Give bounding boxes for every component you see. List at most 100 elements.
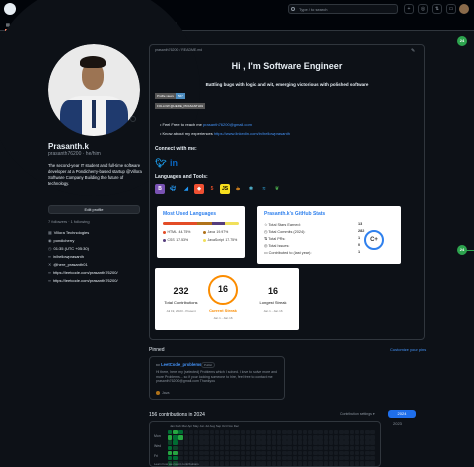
contribution-cell[interactable] (219, 450, 225, 456)
year-2024-button[interactable]: 2024 (388, 410, 416, 418)
contribution-cell[interactable] (308, 440, 313, 445)
contribution-cell[interactable] (344, 440, 349, 445)
contribution-cell[interactable] (199, 455, 204, 461)
contribution-cell[interactable] (344, 450, 349, 456)
contribution-cell[interactable] (339, 455, 344, 461)
contribution-cell[interactable] (261, 440, 266, 445)
contribution-cell[interactable] (245, 440, 251, 445)
contribution-cell[interactable] (344, 445, 349, 450)
contribution-cell[interactable] (230, 440, 235, 445)
learn-contributions-link[interactable]: Learn how we count contributions (154, 462, 199, 466)
search-input[interactable]: Type / to search (288, 4, 398, 14)
contribution-cell[interactable] (292, 450, 297, 456)
contribution-cell[interactable] (245, 445, 251, 450)
contribution-cell[interactable] (271, 430, 277, 435)
contribution-cell[interactable] (225, 455, 230, 461)
contribution-cell[interactable] (204, 435, 209, 440)
contribution-cell[interactable] (251, 455, 256, 461)
contribution-cell[interactable] (214, 440, 220, 445)
contribution-cell[interactable] (359, 430, 365, 435)
contribution-cell[interactable] (261, 435, 266, 440)
contribution-cell[interactable] (354, 455, 360, 461)
contribution-cell[interactable] (276, 450, 282, 456)
contribution-cell[interactable] (214, 455, 220, 461)
issues-icon[interactable]: ◎ (418, 4, 428, 14)
contribution-cell[interactable] (173, 455, 178, 461)
pull-requests-icon[interactable]: ⇅ (432, 4, 442, 14)
contribution-cell[interactable] (323, 445, 329, 450)
contribution-cell[interactable] (219, 440, 225, 445)
contribution-cell[interactable] (323, 430, 329, 435)
contribution-cell[interactable] (339, 450, 344, 456)
bootstrap-icon[interactable]: B (155, 184, 165, 194)
contribution-cell[interactable] (349, 450, 354, 456)
contribution-cell[interactable] (188, 455, 194, 461)
contribution-cell[interactable] (297, 440, 303, 445)
contribution-cell[interactable] (199, 461, 204, 466)
contribution-cell[interactable] (302, 445, 308, 450)
contribution-cell[interactable] (282, 450, 287, 456)
contribution-cell[interactable] (328, 461, 334, 466)
contribution-cell[interactable] (287, 445, 292, 450)
contribution-cell[interactable] (349, 445, 354, 450)
contribution-cell[interactable] (308, 450, 313, 456)
contribution-cell[interactable] (230, 461, 235, 466)
contribution-cell[interactable] (256, 461, 261, 466)
contribution-cell[interactable] (188, 445, 194, 450)
contribution-cell[interactable] (225, 440, 230, 445)
contribution-cell[interactable] (292, 440, 297, 445)
contribution-cell[interactable] (225, 430, 230, 435)
contribution-cell[interactable] (328, 440, 334, 445)
contribution-cell[interactable] (359, 461, 365, 466)
contribution-cell[interactable] (282, 455, 287, 461)
contribution-cell[interactable] (287, 440, 292, 445)
contribution-cell[interactable] (276, 440, 282, 445)
contribution-cell[interactable] (334, 445, 339, 450)
contribution-cell[interactable] (349, 440, 354, 445)
contribution-cell[interactable] (276, 461, 282, 466)
contribution-cell[interactable] (235, 440, 240, 445)
contribution-cell[interactable] (256, 445, 261, 450)
contribution-cell[interactable] (173, 440, 178, 445)
contribution-cell[interactable] (183, 440, 188, 445)
meta-link-2[interactable]: ∞ https://leetcode.com/prasanth76200/ (48, 278, 118, 283)
contribution-cell[interactable] (349, 430, 354, 435)
contribution-cell[interactable] (297, 450, 303, 456)
tailwind-icon[interactable]: ≈ (259, 184, 269, 194)
contribution-cell[interactable] (209, 445, 214, 450)
contribution-cell[interactable] (365, 450, 370, 456)
contribution-cell[interactable] (313, 461, 318, 466)
contribution-cell[interactable] (282, 445, 287, 450)
contribution-cell[interactable] (302, 430, 308, 435)
contribution-cell[interactable] (370, 450, 375, 456)
contribution-cell[interactable] (199, 435, 204, 440)
pencil-icon[interactable]: ✎ (411, 48, 415, 54)
contribution-cell[interactable] (276, 455, 282, 461)
contribution-cell[interactable] (219, 430, 225, 435)
contribution-cell[interactable] (256, 450, 261, 456)
customize-pins-link[interactable]: Customize your pins (390, 347, 426, 352)
contribution-cell[interactable] (256, 430, 261, 435)
contribution-cell[interactable] (334, 440, 339, 445)
contribution-cell[interactable] (339, 430, 344, 435)
contribution-cell[interactable] (235, 455, 240, 461)
contribution-cell[interactable] (354, 430, 360, 435)
contribution-cell[interactable] (318, 461, 323, 466)
followers-link[interactable]: 7 followers · 1 following (48, 219, 90, 224)
contribution-cell[interactable] (308, 435, 313, 440)
contribution-cell[interactable] (365, 430, 370, 435)
contribution-cell[interactable] (302, 440, 308, 445)
contribution-cell[interactable] (240, 435, 246, 440)
linkedin-link[interactable]: https://www.linkedin.com/in/hellowprasan… (214, 131, 290, 136)
status-icon[interactable] (130, 116, 136, 122)
contribution-cell[interactable] (344, 430, 349, 435)
contribution-cell[interactable] (225, 445, 230, 450)
header-username[interactable]: prasanth76200 (32, 6, 67, 12)
contribution-cell[interactable] (287, 461, 292, 466)
contribution-cell[interactable] (266, 455, 271, 461)
contribution-cell[interactable] (173, 435, 178, 440)
contribution-cell[interactable] (359, 450, 365, 456)
contribution-cell[interactable] (313, 440, 318, 445)
contribution-cell[interactable] (245, 430, 251, 435)
contribution-cell[interactable] (334, 430, 339, 435)
